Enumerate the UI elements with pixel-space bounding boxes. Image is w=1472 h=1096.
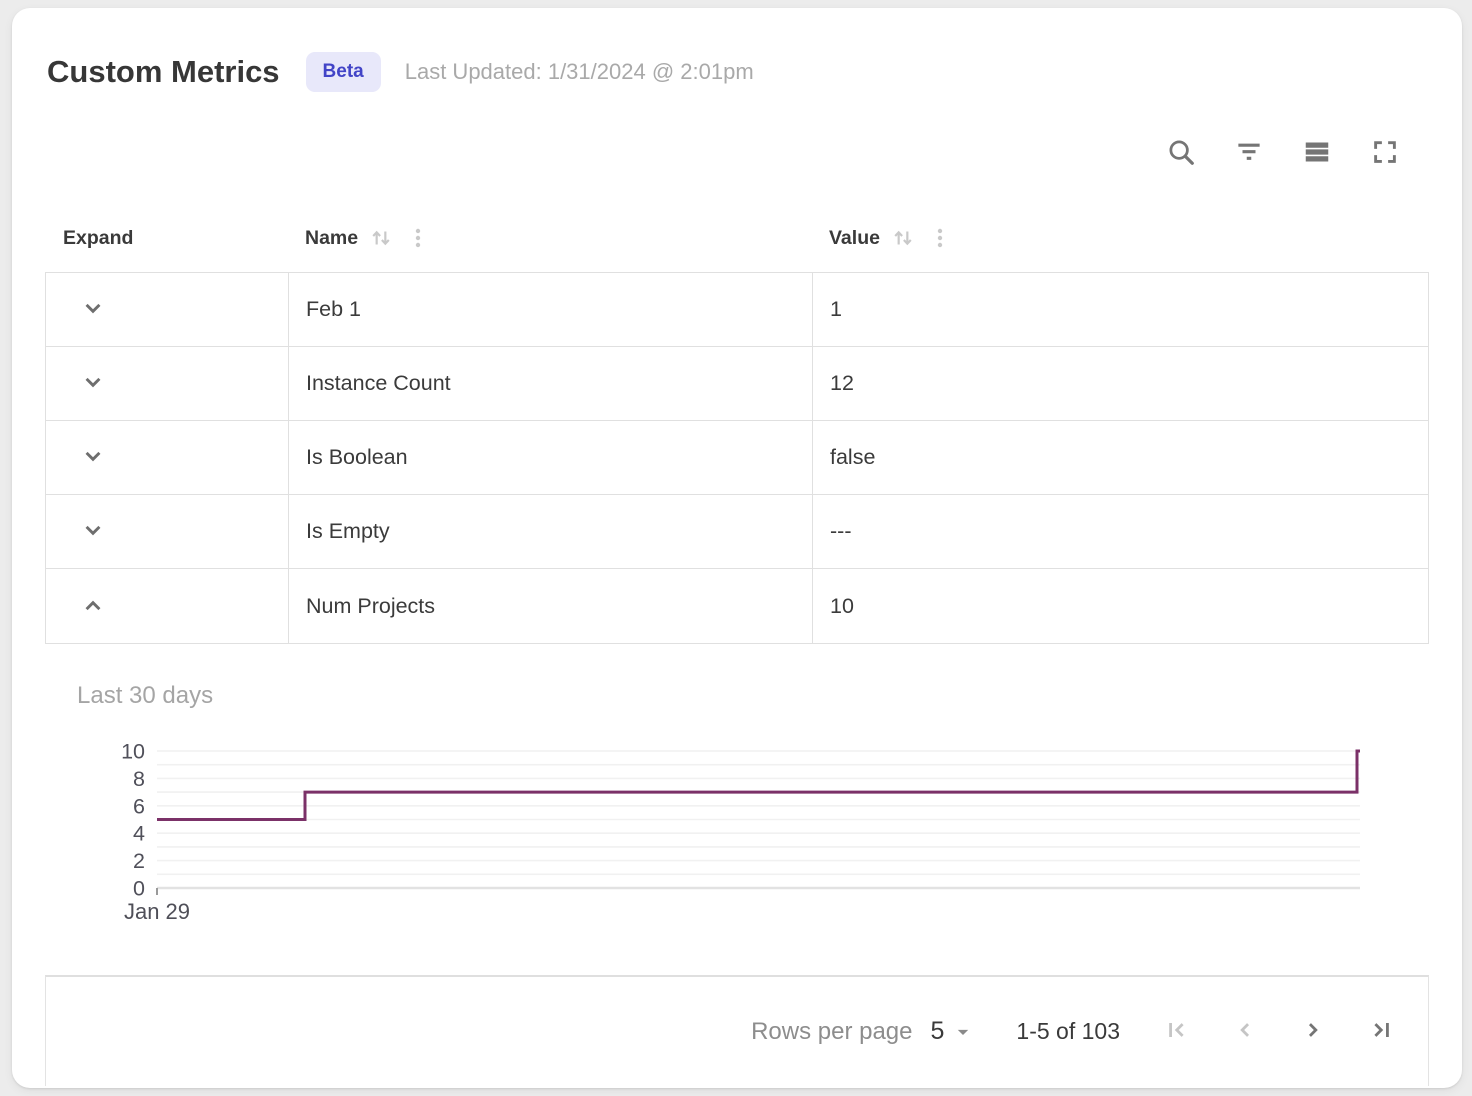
row-value-cell: 10 [813, 569, 1428, 643]
metrics-table: Expand Name Value Feb 1 1 [45, 204, 1429, 644]
svg-text:Jan 29: Jan 29 [124, 899, 190, 924]
chevron-right-icon [1299, 1016, 1327, 1047]
svg-text:10: 10 [121, 743, 145, 764]
card-header: Custom Metrics Beta Last Updated: 1/31/2… [47, 52, 754, 92]
custom-metrics-card: Custom Metrics Beta Last Updated: 1/31/2… [12, 8, 1462, 1088]
beta-badge: Beta [306, 52, 381, 92]
first-page-button [1154, 1009, 1200, 1055]
pagination-controls [1154, 1009, 1404, 1055]
caret-down-icon [950, 1019, 976, 1045]
table-row: Is Boolean false [46, 421, 1428, 495]
column-menu-icon[interactable] [916, 226, 952, 250]
svg-text:2: 2 [133, 849, 145, 873]
density-icon [1302, 137, 1332, 170]
first-page-icon [1163, 1016, 1191, 1047]
svg-text:4: 4 [133, 822, 145, 846]
sort-icon[interactable] [880, 225, 916, 251]
column-header-value[interactable]: Value [812, 225, 1429, 251]
last-updated-text: Last Updated: 1/31/2024 @ 2:01pm [405, 59, 754, 85]
chevron-up-icon [79, 592, 107, 620]
chevron-down-icon [79, 516, 107, 547]
rows-per-page-value: 5 [931, 1017, 945, 1046]
expand-row-button[interactable] [72, 289, 114, 331]
table-row: Feb 1 1 [46, 273, 1428, 347]
sort-icon[interactable] [358, 225, 394, 251]
row-name-cell: Is Empty [289, 495, 813, 568]
last-page-icon [1367, 1016, 1395, 1047]
expand-cell [46, 495, 289, 568]
filter-icon [1234, 137, 1264, 170]
column-header-label: Name [305, 227, 358, 250]
next-page-button[interactable] [1290, 1009, 1336, 1055]
row-name-cell: Num Projects [289, 569, 813, 643]
row-value-cell: 1 [813, 273, 1428, 346]
page-range-label: 1-5 of 103 [1016, 1018, 1120, 1045]
chevron-left-icon [1231, 1016, 1259, 1047]
page-title: Custom Metrics [47, 54, 280, 90]
column-header-name[interactable]: Name [288, 225, 812, 251]
rows-per-page-label: Rows per page [751, 1018, 912, 1046]
row-value-cell: --- [813, 495, 1428, 568]
column-header-label: Value [829, 227, 880, 250]
column-menu-icon[interactable] [394, 226, 430, 250]
filter-button[interactable] [1226, 130, 1272, 176]
rows-per-page-select[interactable]: 5 [931, 1017, 977, 1046]
grid-toolbar [1158, 130, 1408, 176]
fullscreen-icon [1370, 137, 1400, 170]
table-body: Feb 1 1 Instance Count 12 Is Boolean [45, 272, 1429, 644]
table-row: Is Empty --- [46, 495, 1428, 569]
collapse-row-button[interactable] [72, 585, 114, 627]
num-projects-chart: 0 2 4 6 8 10 Jan 29 [45, 743, 1365, 925]
table-header-row: Expand Name Value [45, 204, 1429, 272]
chevron-down-icon [79, 442, 107, 473]
chevron-down-icon [79, 294, 107, 325]
chart-title: Last 30 days [77, 682, 213, 710]
svg-text:6: 6 [133, 794, 145, 818]
svg-text:8: 8 [133, 767, 145, 791]
search-icon [1166, 137, 1196, 170]
pagination-footer: Rows per page 5 1-5 of 103 [45, 975, 1429, 1086]
expand-cell [46, 569, 289, 643]
expand-cell [46, 347, 289, 420]
row-value-cell: 12 [813, 347, 1428, 420]
row-name-cell: Feb 1 [289, 273, 813, 346]
expand-cell [46, 421, 289, 494]
last-page-button[interactable] [1358, 1009, 1404, 1055]
density-button[interactable] [1294, 130, 1340, 176]
row-name-cell: Instance Count [289, 347, 813, 420]
column-header-label: Expand [63, 227, 133, 250]
table-row: Num Projects 10 [46, 569, 1428, 643]
svg-text:0: 0 [133, 877, 145, 901]
row-value-cell: false [813, 421, 1428, 494]
search-button[interactable] [1158, 130, 1204, 176]
previous-page-button [1222, 1009, 1268, 1055]
chevron-down-icon [79, 368, 107, 399]
fullscreen-button[interactable] [1362, 130, 1408, 176]
column-header-expand: Expand [45, 227, 288, 250]
expand-row-button[interactable] [72, 437, 114, 479]
table-row: Instance Count 12 [46, 347, 1428, 421]
expand-row-button[interactable] [72, 511, 114, 553]
row-name-cell: Is Boolean [289, 421, 813, 494]
expand-cell [46, 273, 289, 346]
expand-row-button[interactable] [72, 363, 114, 405]
